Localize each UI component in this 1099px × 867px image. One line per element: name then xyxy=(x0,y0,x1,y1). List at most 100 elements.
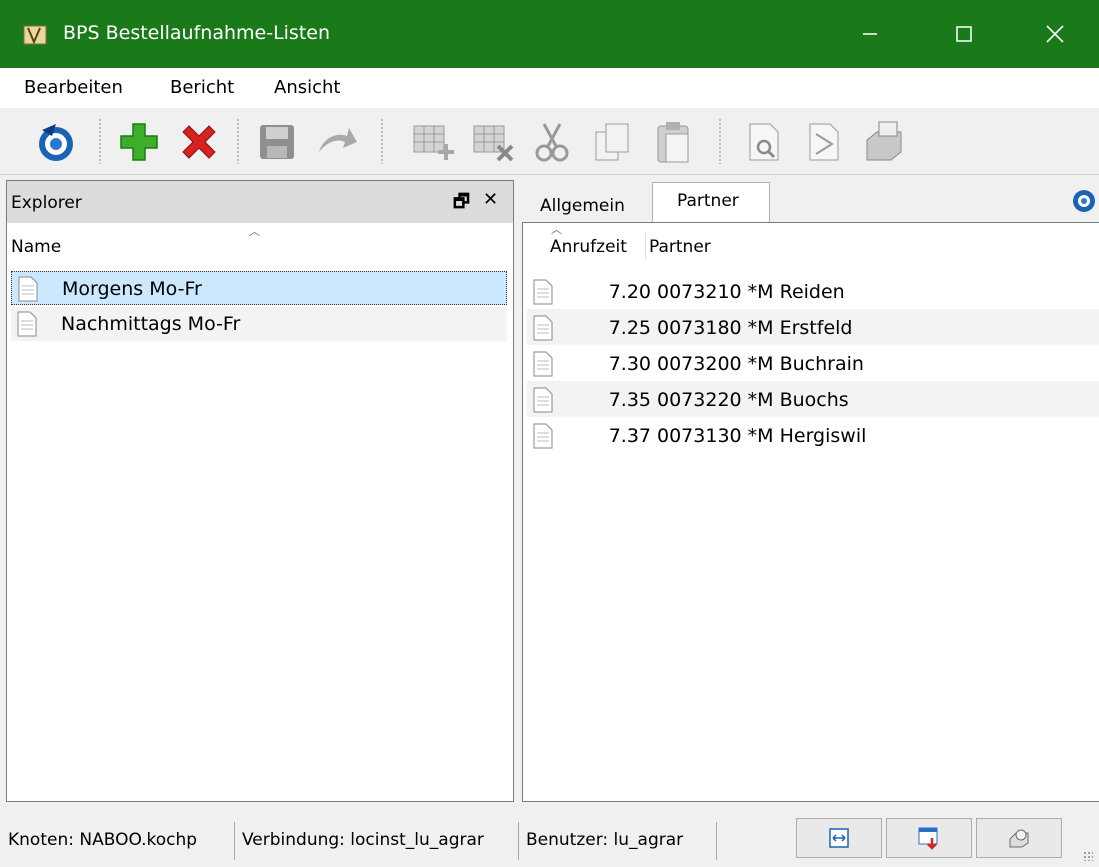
close-panel-icon[interactable]: ✕ xyxy=(483,189,498,210)
float-panel-icon[interactable]: 🗗 xyxy=(453,189,470,219)
copy-button xyxy=(588,118,636,166)
table-row[interactable]: 7.35 0073220 *M Buochs xyxy=(527,381,1099,417)
status-connection-text: Verbindung: locinst_lu_agrar xyxy=(242,830,484,850)
sort-ascending-icon: ︿ xyxy=(551,223,562,236)
menu-bericht[interactable]: Bericht xyxy=(170,77,234,98)
preview-button xyxy=(740,118,788,166)
toolbar-separator xyxy=(236,118,240,164)
save-icon xyxy=(260,125,294,159)
cell-partner: 0073200 *M Buchrain xyxy=(657,353,864,375)
table-row[interactable]: 7.25 0073180 *M Erstfeld xyxy=(527,309,1099,345)
add-button[interactable] xyxy=(115,118,163,166)
toolbar-separator xyxy=(98,118,102,164)
cut-button xyxy=(528,118,576,166)
grid-add-button xyxy=(408,118,456,166)
tab-partner[interactable]: Partner xyxy=(652,182,770,225)
add-icon xyxy=(120,123,158,161)
paste-icon xyxy=(657,122,689,163)
list-item[interactable]: Nachmittags Mo-Fr xyxy=(11,307,507,341)
minimize-icon xyxy=(863,33,877,35)
cell-anrufzeit: 7.35 xyxy=(608,389,651,411)
column-divider xyxy=(645,233,646,259)
list-item-label: Morgens Mo-Fr xyxy=(62,278,202,300)
partner-list-panel: ︿ Anrufzeit Partner 7.20 0073210 *M Reide… xyxy=(522,222,1099,802)
column-anrufzeit[interactable]: Anrufzeit xyxy=(550,237,627,257)
explorer-title: Explorer xyxy=(11,193,82,213)
undo-icon xyxy=(319,128,357,152)
document-icon xyxy=(18,276,38,302)
explorer-panel: Explorer 🗗 ✕ ︿ Name Morgens Mo-Fr Nachmi… xyxy=(6,180,514,802)
table-row[interactable]: 7.37 0073130 *M Hergiswil xyxy=(527,417,1099,453)
document-icon xyxy=(533,423,553,449)
toolbar-separator xyxy=(718,118,722,164)
document-icon xyxy=(533,387,553,413)
cell-anrufzeit: 7.20 xyxy=(608,281,651,303)
menu-ansicht[interactable]: Ansicht xyxy=(274,77,340,98)
tab-label: Partner xyxy=(677,191,739,211)
status-divider xyxy=(716,822,717,860)
table-row[interactable]: 7.30 0073200 *M Buchrain xyxy=(527,345,1099,381)
undo-button xyxy=(313,118,361,166)
table-row[interactable]: 7.20 0073210 *M Reiden xyxy=(527,273,1099,309)
menu-bar: Bearbeiten Bericht Ansicht xyxy=(0,68,1099,108)
status-node-text: Knoten: NABOO.kochp xyxy=(8,830,198,850)
tab-allgemein[interactable]: Allgemein xyxy=(522,186,650,222)
explorer-column-header[interactable]: ︿ Name xyxy=(7,223,513,265)
close-button[interactable] xyxy=(1011,0,1099,68)
export-icon xyxy=(918,827,938,850)
partner-column-header: ︿ Anrufzeit Partner xyxy=(523,223,1099,265)
status-divider xyxy=(518,822,519,860)
sort-ascending-icon: ︿ xyxy=(249,225,260,238)
column-name: Name xyxy=(11,237,62,257)
copy-icon xyxy=(595,123,629,161)
list-item-label: Nachmittags Mo-Fr xyxy=(61,313,241,335)
save-button xyxy=(253,118,301,166)
print-settings-icon xyxy=(1009,829,1029,848)
delete-icon xyxy=(182,125,216,159)
toolbar xyxy=(0,108,1099,175)
cell-partner: 0073180 *M Erstfeld xyxy=(657,317,853,339)
status-bar: Knoten: NABOO.kochp Verbindung: locinst_… xyxy=(0,808,1099,867)
status-user-text: Benutzer: lu_agrar xyxy=(526,830,684,850)
refresh-button[interactable] xyxy=(32,118,80,166)
grid-add-icon xyxy=(413,125,454,160)
print-button xyxy=(860,118,908,166)
explorer-header: Explorer 🗗 ✕ xyxy=(7,181,513,224)
status-divider xyxy=(234,822,235,860)
resize-grip[interactable] xyxy=(1083,851,1093,861)
list-item[interactable]: Morgens Mo-Fr xyxy=(11,271,507,305)
minimize-button[interactable] xyxy=(823,0,917,68)
cell-anrufzeit: 7.30 xyxy=(608,353,651,375)
refresh-icon xyxy=(39,124,73,161)
cell-anrufzeit: 7.25 xyxy=(608,317,651,339)
tab-strip: Allgemein Partner xyxy=(522,182,1099,225)
column-partner[interactable]: Partner xyxy=(649,237,711,257)
document-icon xyxy=(17,311,37,337)
print-settings-button[interactable] xyxy=(976,818,1062,858)
cell-partner: 0073130 *M Hergiswil xyxy=(657,425,867,447)
paste-button xyxy=(650,118,698,166)
pdf-button xyxy=(800,118,848,166)
cut-icon xyxy=(535,123,569,162)
document-icon xyxy=(533,279,553,305)
preview-icon xyxy=(749,123,779,161)
cell-anrufzeit: 7.37 xyxy=(608,425,651,447)
document-icon xyxy=(533,351,553,377)
close-icon xyxy=(1046,25,1064,43)
print-icon xyxy=(866,121,902,161)
menu-bearbeiten[interactable]: Bearbeiten xyxy=(24,77,123,98)
tab-label: Allgemein xyxy=(540,196,625,216)
title-bar: BPS Bestellaufnahme-Listen xyxy=(0,0,1099,68)
refresh-small-icon[interactable] xyxy=(1070,186,1096,214)
export-button[interactable] xyxy=(886,818,972,858)
app-icon xyxy=(23,25,47,45)
cell-partner: 0073210 *M Reiden xyxy=(657,281,845,303)
window-title: BPS Bestellaufnahme-Listen xyxy=(63,22,331,44)
grid-delete-icon xyxy=(473,125,514,162)
fit-width-button[interactable] xyxy=(796,818,882,858)
delete-button[interactable] xyxy=(175,118,223,166)
document-icon xyxy=(533,315,553,341)
toolbar-separator xyxy=(380,118,384,164)
cell-partner: 0073220 *M Buochs xyxy=(657,389,849,411)
maximize-button[interactable] xyxy=(917,0,1011,68)
